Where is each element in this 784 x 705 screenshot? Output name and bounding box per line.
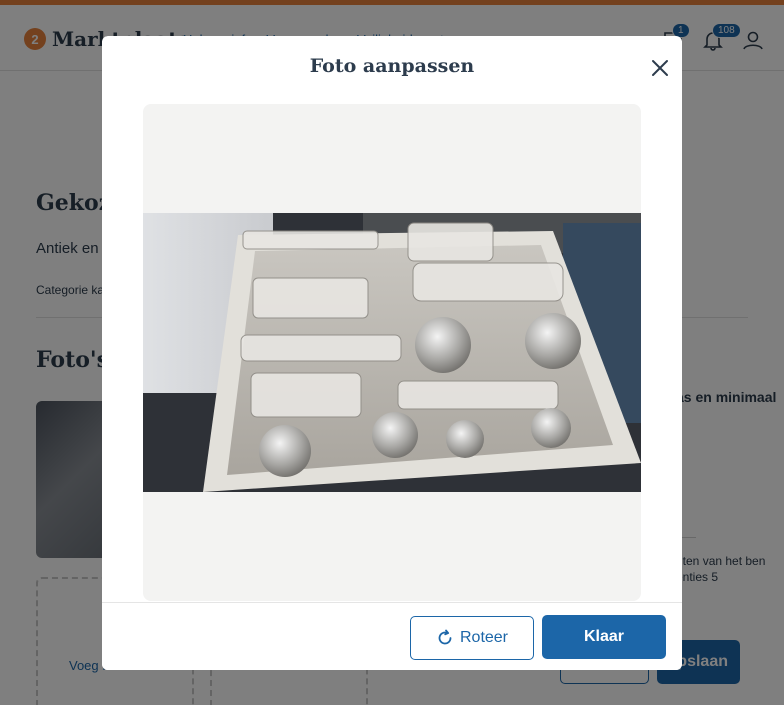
done-button[interactable]: Klaar — [542, 615, 666, 659]
photo-preview[interactable] — [143, 213, 641, 492]
edit-photo-modal: Foto aanpassen Roteer Klaar — [102, 36, 682, 670]
rotate-icon — [438, 629, 452, 645]
modal-footer: Roteer Klaar — [102, 602, 682, 670]
photo-glass-knife-rests — [143, 213, 641, 492]
rotate-button[interactable]: Roteer — [410, 616, 534, 660]
rotate-button-label: Roteer — [459, 629, 509, 646]
modal-title: Foto aanpassen — [309, 55, 475, 77]
close-icon[interactable] — [648, 56, 672, 80]
photo-canvas — [143, 104, 641, 601]
